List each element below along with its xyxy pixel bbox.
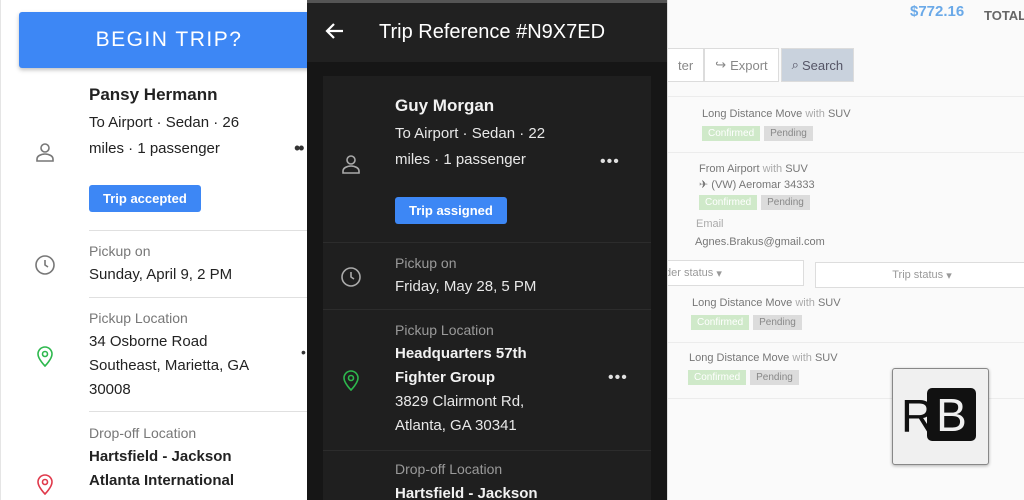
total-label: TOTAL bbox=[984, 8, 1024, 23]
trip-details: To Airport · Sedan · 22 miles · 1 passen… bbox=[395, 125, 546, 168]
pickup-location-label: Pickup Location bbox=[89, 310, 188, 326]
trip-row-title: Long Distance Move with SUV bbox=[692, 297, 841, 309]
divider bbox=[89, 297, 307, 298]
toolbar: ter ↪ Export ⌕ Search bbox=[668, 48, 855, 82]
passenger-name: Pansy Hermann bbox=[89, 85, 218, 104]
pickup-location-label: Pickup Location bbox=[395, 322, 494, 338]
more-options-icon[interactable]: ••• bbox=[608, 369, 628, 387]
pending-tag: Pending bbox=[764, 126, 813, 141]
dropoff-location-label: Drop-off Location bbox=[395, 461, 503, 477]
divider bbox=[323, 242, 651, 243]
order-status-select[interactable]: der status ▾ bbox=[668, 260, 804, 286]
status-tags: Confirmed Pending bbox=[699, 195, 810, 210]
divider bbox=[323, 450, 651, 451]
rb-logo: R B bbox=[892, 368, 989, 465]
logo-letter-b: B bbox=[927, 388, 976, 441]
share-icon: ↪ bbox=[715, 57, 727, 72]
admin-dashboard-panel: $772.16 TOTAL ter ↪ Export ⌕ Search Long… bbox=[667, 0, 1024, 500]
pickup-location-name: Headquarters 57th Fighter Group bbox=[395, 345, 527, 386]
pickup-on-value: Friday, May 28, 5 PM bbox=[395, 278, 537, 295]
confirmed-tag: Confirmed bbox=[702, 126, 761, 141]
export-button[interactable]: ↪ Export bbox=[704, 48, 779, 82]
pickup-on-value: Sunday, April 9, 2 PM bbox=[89, 266, 233, 283]
dropoff-location-value: Hartsfield - Jackson Atlanta Internation… bbox=[89, 448, 235, 489]
divider bbox=[323, 309, 651, 310]
total-amount: $772.16 bbox=[910, 3, 965, 20]
status-tags: Confirmed Pending bbox=[691, 315, 802, 330]
row-divider bbox=[668, 152, 1024, 153]
person-icon bbox=[36, 143, 54, 162]
confirmed-tag: Confirmed bbox=[688, 370, 747, 385]
status-badge: Trip accepted bbox=[89, 185, 201, 212]
export-label: Export bbox=[730, 57, 768, 73]
more-options-icon[interactable]: • bbox=[301, 344, 306, 360]
confirmed-tag: Confirmed bbox=[699, 195, 758, 210]
left-trip-panel: BEGIN TRIP? Pansy Hermann To Airport · S… bbox=[0, 0, 307, 500]
begin-trip-button[interactable]: BEGIN TRIP? bbox=[19, 12, 307, 68]
person-icon bbox=[342, 155, 360, 174]
status-tags: Confirmed Pending bbox=[702, 126, 813, 141]
pending-tag: Pending bbox=[750, 370, 799, 385]
caret-down-icon: ▾ bbox=[716, 267, 722, 280]
trip-details: To Airport · Sedan · 26 miles · 1 passen… bbox=[89, 114, 240, 157]
email-value: Agnes.Brakus@gmail.com bbox=[695, 236, 825, 248]
pending-tag: Pending bbox=[761, 195, 810, 210]
divider bbox=[89, 230, 307, 231]
confirmed-tag: Confirmed bbox=[691, 315, 750, 330]
location-pin-icon bbox=[37, 346, 53, 368]
back-arrow-icon[interactable] bbox=[323, 19, 347, 43]
trip-reference-title: Trip Reference #N9X7ED bbox=[379, 21, 606, 43]
filter-button[interactable]: ter bbox=[668, 48, 705, 82]
email-label: Email bbox=[696, 218, 724, 230]
status-badge: Trip assigned bbox=[395, 197, 507, 224]
row-divider bbox=[668, 342, 1024, 343]
row-divider bbox=[668, 96, 1024, 97]
caret-down-icon: ▾ bbox=[946, 269, 952, 282]
passenger-name: Guy Morgan bbox=[395, 96, 495, 115]
trip-status-select[interactable]: Trip status ▾ bbox=[815, 262, 1024, 288]
clock-icon bbox=[341, 267, 361, 287]
top-app-bar: Trip Reference #N9X7ED bbox=[307, 0, 667, 62]
pickup-location-address: 3829 Clairmont Rd, Atlanta, GA 30341 bbox=[395, 393, 525, 434]
dropoff-location-value: Hartsfield - Jackson bbox=[395, 485, 538, 500]
pickup-on-label: Pickup on bbox=[395, 255, 457, 271]
more-options-icon[interactable]: ••• bbox=[600, 153, 620, 171]
pickup-location-value: 34 Osborne Road Southeast, Marietta, GA … bbox=[89, 333, 249, 398]
search-label: Search bbox=[801, 57, 844, 73]
location-pin-icon bbox=[343, 370, 359, 392]
more-options-icon[interactable]: •• bbox=[294, 138, 305, 159]
pickup-on-label: Pickup on bbox=[89, 243, 151, 259]
middle-trip-panel: Trip Reference #N9X7ED Guy Morgan To Air… bbox=[307, 0, 667, 500]
clock-icon bbox=[35, 255, 55, 275]
airplane-icon: ✈ bbox=[699, 179, 709, 191]
divider bbox=[89, 411, 307, 412]
pending-tag: Pending bbox=[753, 315, 802, 330]
trip-row-title: Long Distance Move with SUV bbox=[702, 108, 851, 120]
search-button[interactable]: ⌕ Search bbox=[780, 48, 855, 82]
dropoff-pin-icon bbox=[37, 474, 53, 496]
trip-row-title: Long Distance Move with SUV bbox=[689, 352, 838, 364]
status-tags: Confirmed Pending bbox=[688, 370, 799, 385]
dropoff-location-label: Drop-off Location bbox=[89, 425, 197, 441]
trip-row-title: From Airport with SUV bbox=[699, 163, 808, 175]
flight-info: ✈ (VW) Aeromar 34333 bbox=[699, 179, 815, 191]
search-icon: ⌕ bbox=[791, 57, 799, 72]
